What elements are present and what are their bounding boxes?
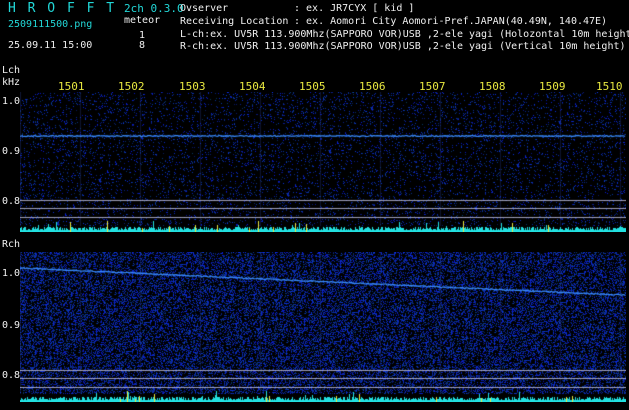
- app-brand: H R O F F T: [8, 1, 117, 16]
- lch-y-label: 1.0: [2, 96, 21, 107]
- date-time: 25.09.11 15:00: [8, 40, 93, 51]
- rch-y-label: 0.8: [2, 370, 21, 381]
- app-version: 2ch 0.3.0: [124, 2, 184, 15]
- rch-y-label: 0.9: [2, 320, 21, 331]
- meteor-count-r: 8: [139, 40, 146, 51]
- location-label: Receiving Location: [180, 16, 289, 27]
- file-name: 2509111500.png: [8, 19, 93, 30]
- lch-y-label: 0.9: [2, 146, 21, 157]
- rch-spectrogram: [20, 252, 626, 402]
- location-value: : ex. Aomori City Aomori-Pref.JAPAN(40.4…: [294, 16, 608, 27]
- lch-description: L-ch:ex. UV5R 113.900Mhz(SAPPORO VOR)USB…: [180, 29, 629, 40]
- observer-label: Ovserver: [180, 3, 229, 14]
- rch-label: Rch: [2, 239, 21, 250]
- lch-y-label: 0.8: [2, 196, 21, 207]
- rch-description: R-ch:ex. UV5R 113.900Mhz(SAPPORO VOR)USB…: [180, 41, 626, 52]
- lch-label: Lch: [2, 65, 21, 76]
- observer-value: : ex. JR7CYX [ kid ]: [294, 3, 415, 14]
- lch-unit: kHz: [2, 77, 21, 88]
- meteor-label: meteor: [124, 15, 161, 26]
- lch-spectrogram: [20, 92, 626, 232]
- rch-y-label: 1.0: [2, 268, 21, 279]
